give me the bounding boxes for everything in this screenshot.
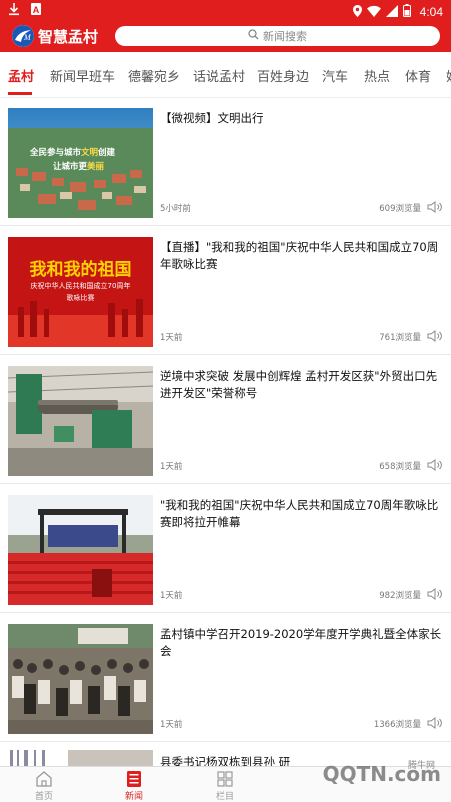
news-icon — [125, 770, 143, 788]
tab-people[interactable]: 百姓身边 — [257, 66, 309, 85]
download-icon — [8, 2, 20, 16]
news-views: 658浏览量 — [379, 462, 421, 472]
app-title: 智慧孟村 — [38, 28, 99, 46]
news-thumbnail — [8, 624, 153, 734]
news-title: 逆境中求突破 发展中创辉煌 孟村开发区获"外贸出口先进开发区"荣誉称号 — [160, 369, 438, 400]
news-item[interactable]: 逆境中求突破 发展中创辉煌 孟村开发区获"外贸出口先进开发区"荣誉称号 1天前 … — [0, 356, 451, 484]
thumb-caption: 全民参与城市文明创建 — [30, 148, 116, 158]
news-thumbnail — [8, 366, 153, 476]
tab-morning-news[interactable]: 新闻早班车 — [50, 66, 115, 85]
search-input[interactable]: 新闻搜索 — [115, 26, 440, 46]
app-logo: M — [12, 25, 34, 47]
news-item[interactable]: "我和我的祖国"庆祝中华人民共和国成立70周年歌咏比赛即将拉开帷幕 1天前 98… — [0, 485, 451, 613]
notification-a-icon: A — [30, 2, 42, 16]
tab-entertainment[interactable]: 娱 — [446, 66, 451, 85]
tab-hot[interactable]: 热点 — [364, 66, 390, 85]
speaker-icon[interactable] — [427, 457, 443, 471]
home-icon — [35, 770, 53, 788]
app-header: M 智慧孟村 新闻搜索 — [0, 20, 451, 52]
grid-icon — [216, 770, 234, 788]
news-thumbnail — [8, 495, 153, 605]
search-placeholder: 新闻搜索 — [263, 30, 307, 43]
news-views: 1366浏览量 — [373, 720, 421, 730]
watermark-logo: QQTN.com — [322, 762, 441, 786]
tab-talk-mengcun[interactable]: 话说孟村 — [193, 66, 245, 85]
news-time: 5小时前 — [160, 204, 191, 214]
news-item[interactable]: 孟村镇中学召开2019-2020学年度开学典礼暨全体家长会 1天前 1366浏览… — [0, 614, 451, 742]
nav-home-label: 首页 — [34, 792, 53, 802]
speaker-icon[interactable] — [427, 199, 443, 213]
news-thumbnail: 全民参与城市文明创建 让城市更美丽 — [8, 108, 153, 218]
battery-icon — [402, 2, 411, 21]
tab-mengcun[interactable]: 孟村 — [8, 66, 34, 85]
nav-news-label: 新闻 — [124, 792, 143, 802]
nav-columns-label: 栏目 — [215, 792, 234, 802]
category-tabs: 孟村 新闻早班车 德馨宛乡 话说孟村 百姓身边 汽车 热点 体育 娱 — [0, 52, 451, 98]
clock: 4:04 — [419, 4, 443, 19]
news-views: 609浏览量 — [379, 204, 421, 214]
thumb-caption: 让城市更美丽 — [53, 162, 105, 172]
news-title: 【微视频】文明出行 — [160, 111, 264, 125]
status-bar: A 4:04 — [0, 0, 451, 20]
news-views: 982浏览量 — [379, 591, 421, 601]
news-title: 孟村镇中学召开2019-2020学年度开学典礼暨全体家长会 — [160, 627, 442, 658]
svg-text:A: A — [33, 5, 40, 15]
tab-cars[interactable]: 汽车 — [322, 66, 348, 85]
news-time: 1天前 — [160, 720, 183, 730]
news-thumbnail: 我和我的祖国 庆祝中华人民共和国成立70周年 歌咏比赛 — [8, 237, 153, 347]
news-thumbnail — [8, 750, 153, 766]
nav-columns[interactable]: 栏目 — [195, 770, 255, 802]
svg-text:M: M — [23, 33, 32, 42]
news-time: 1天前 — [160, 333, 183, 343]
signal-icon — [385, 2, 398, 21]
tab-dexin[interactable]: 德馨宛乡 — [128, 66, 180, 85]
thumb-caption: 歌咏比赛 — [66, 294, 95, 302]
speaker-icon[interactable] — [427, 328, 443, 342]
news-title: 【直播】"我和我的祖国"庆祝中华人民共和国成立70周年歌咏比赛 — [160, 240, 439, 271]
news-views: 761浏览量 — [379, 333, 421, 343]
news-time: 1天前 — [160, 462, 183, 472]
news-item[interactable]: 全民参与城市文明创建 让城市更美丽 【微视频】文明出行 5小时前 609浏览量 — [0, 98, 451, 226]
news-time: 1天前 — [160, 591, 183, 601]
nav-home[interactable]: 首页 — [14, 770, 74, 802]
thumb-caption: 庆祝中华人民共和国成立70周年 — [30, 282, 131, 290]
location-icon — [352, 2, 362, 21]
news-title: "我和我的祖国"庆祝中华人民共和国成立70周年歌咏比赛即将拉开帷幕 — [160, 498, 439, 529]
wifi-icon — [366, 2, 381, 21]
search-icon — [248, 29, 259, 43]
thumb-caption: 我和我的祖国 — [29, 260, 132, 280]
speaker-icon[interactable] — [427, 586, 443, 600]
speaker-icon[interactable] — [427, 715, 443, 729]
tab-sports[interactable]: 体育 — [405, 66, 431, 85]
active-tab-indicator — [8, 92, 32, 95]
nav-news[interactable]: 新闻 — [104, 770, 164, 802]
news-item[interactable]: 我和我的祖国 庆祝中华人民共和国成立70周年 歌咏比赛 【直播】"我和我的祖国"… — [0, 227, 451, 355]
